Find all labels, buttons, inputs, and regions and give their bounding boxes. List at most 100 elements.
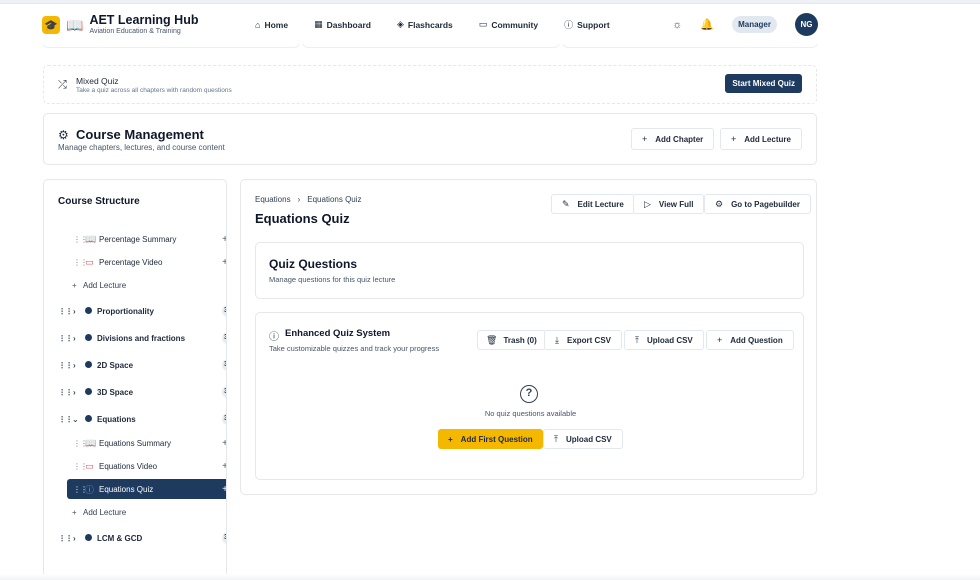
export-csv-button[interactable]: ⤓ Export CSV [544,330,622,350]
chevron-right-icon[interactable]: › [73,534,76,543]
plus-icon[interactable]: + [222,234,226,245]
drag-handle-icon[interactable]: ⋮⋮ [58,307,73,316]
chapter-dot [85,307,92,314]
chevron-right-icon[interactable]: › [73,361,76,370]
nav-community[interactable]: ▭ Community [479,18,538,31]
plus-icon[interactable]: + [222,438,226,449]
brand-title: AET Learning Hub [89,13,199,27]
nav-links: ⌂ Home ▦ Dashboard ◈ Flashcards ▭ Community … [255,18,610,31]
book-icon: 📖 [85,437,97,448]
drag-handle-icon[interactable]: ⋮⋮ [58,388,73,397]
plus-icon[interactable]: + [222,257,226,268]
bell-icon[interactable]: 🔔 [700,18,714,31]
drag-handle-icon[interactable]: ⋮⋮ [58,361,73,370]
chevron-down-icon[interactable]: ⌄ [72,415,79,424]
chapter-row[interactable]: ⋮⋮ › LCM & GCD 3 [44,529,226,547]
book-icon: 📖 [85,233,97,244]
edit-lecture-button[interactable]: ✎ Edit Lecture [551,194,635,214]
chapter-row[interactable]: ⋮⋮ ⌄ Equations 3 [44,410,226,428]
chevron-right-icon[interactable]: › [73,388,76,397]
chapter-dot [85,361,92,368]
nav-support[interactable]: ⓘ Support [564,18,610,31]
lecture-label: Percentage Summary [99,234,177,244]
quiz-questions-title: Quiz Questions [269,257,358,271]
chevron-right-icon[interactable]: › [73,307,76,316]
add-lecture-link[interactable]: + Add Lecture [44,503,226,521]
nav-right: ☼ 🔔 Manager NG [672,13,818,36]
mixed-quiz-card: ⤮ Mixed Quiz Take a quiz across all chap… [43,65,817,104]
nav-home-label: Home [264,19,289,30]
nav-support-label: Support [577,19,610,30]
avatar[interactable]: NG [795,13,818,36]
lecture-row[interactable]: ⋮⋮ 📖 Percentage Summary + [44,230,226,248]
plus-icon[interactable]: + [222,484,226,495]
start-mixed-quiz-button[interactable]: Start Mixed Quiz [725,74,802,93]
view-full-label: View Full [658,199,694,209]
brand[interactable]: 🎓 📖 AET Learning Hub Aviation Education … [42,14,198,36]
drag-handle-icon[interactable]: ⋮⋮ [58,415,73,424]
plus-icon: + [448,434,453,444]
trash-button[interactable]: 🗑 Trash (0) [477,330,546,350]
home-icon: ⌂ [255,19,261,30]
nav-dashboard[interactable]: ▦ Dashboard [314,18,371,31]
chapter-label: 2D Space [97,360,134,370]
download-icon: ⤓ [555,334,559,345]
plus-icon[interactable]: + [222,461,226,472]
plus-icon: + [717,335,723,345]
lecture-row[interactable]: ⋮⋮ 📖 Equations Summary + [44,434,226,452]
nav-flashcards-label: Flashcards [407,19,453,30]
add-lecture-link[interactable]: + Add Lecture [44,276,226,294]
add-first-question-label: Add First Question [460,434,533,444]
trash-label: Trash (0) [503,335,537,345]
chapter-label: 3D Space [97,387,134,397]
enhanced-quiz-subtitle: Take customizable quizzes and track your… [269,344,440,353]
add-chapter-button[interactable]: + Add Chapter [631,128,715,150]
add-first-question-button[interactable]: + Add First Question [438,429,543,449]
plus-icon: + [731,134,737,144]
video-icon: ▭ [85,256,94,267]
drag-handle-icon[interactable]: ⋮⋮ [58,534,73,543]
lecture-row-selected[interactable]: ⋮⋮ ⓘ Equations Quiz + [67,479,226,499]
chapter-label: LCM & GCD [97,533,143,543]
chapter-count-badge: 3 [222,386,226,398]
breadcrumb-item[interactable]: Equations [255,195,291,204]
nav-home[interactable]: ⌂ Home [255,18,288,31]
sun-icon[interactable]: ☼ [672,19,682,31]
nav-dashboard-label: Dashboard [326,19,371,30]
mixed-quiz-subtitle: Take a quiz across all chapters with ran… [76,87,232,94]
help-circle-icon: ⓘ [269,332,279,343]
chapter-count-badge: 3 [222,359,226,371]
chapter-row[interactable]: ⋮⋮ › 3D Space 3 [44,383,226,401]
view-full-button[interactable]: ▷ View Full [633,194,705,214]
nav-community-label: Community [491,19,539,30]
go-to-pagebuilder-button[interactable]: ⚙ Go to Pagebuilder [704,194,811,214]
edit-lecture-label: Edit Lecture [577,199,624,209]
drag-handle-icon[interactable]: ⋮⋮ [58,334,73,343]
nav-flashcards[interactable]: ◈ Flashcards [397,18,453,31]
chapter-row[interactable]: ⋮⋮ › Divisions and fractions 3 [44,329,226,347]
upload-csv-empty-button[interactable]: ⤒ Upload CSV [543,429,623,449]
lecture-row[interactable]: ⋮⋮ ▭ Percentage Video + [44,253,226,271]
help-icon: ⓘ [564,20,574,30]
page-bottom-edge [0,574,980,580]
role-badge: Manager [732,16,777,33]
chapter-count-badge: 3 [222,305,226,317]
chapter-row[interactable]: ⋮⋮ › Proportionality 3 [44,302,226,320]
gear-icon: ⚙ [715,198,724,209]
chapter-dot [85,415,92,422]
graduation-cap-icon: 🎓 [42,16,60,34]
add-question-label: Add Question [730,335,783,345]
enhanced-quiz-title: Enhanced Quiz System [285,328,391,339]
lecture-row[interactable]: ⋮⋮ ▭ Equations Video + [44,457,226,475]
chapter-dot [85,388,92,395]
upload-icon: ⤒ [635,334,639,345]
add-question-button[interactable]: + Add Question [706,330,794,350]
lecture-detail-panel: Equations › Equations Quiz Equations Qui… [240,179,817,495]
book-icon: 📖 [66,16,84,33]
chapter-row[interactable]: ⋮⋮ › 2D Space 3 [44,356,226,374]
add-lecture-button[interactable]: + Add Lecture [720,128,802,150]
chapter-dot [85,334,92,341]
chevron-right-icon[interactable]: › [73,334,76,343]
upload-csv-button[interactable]: ⤒ Upload CSV [624,330,704,350]
upload-icon: ⤒ [554,433,558,444]
